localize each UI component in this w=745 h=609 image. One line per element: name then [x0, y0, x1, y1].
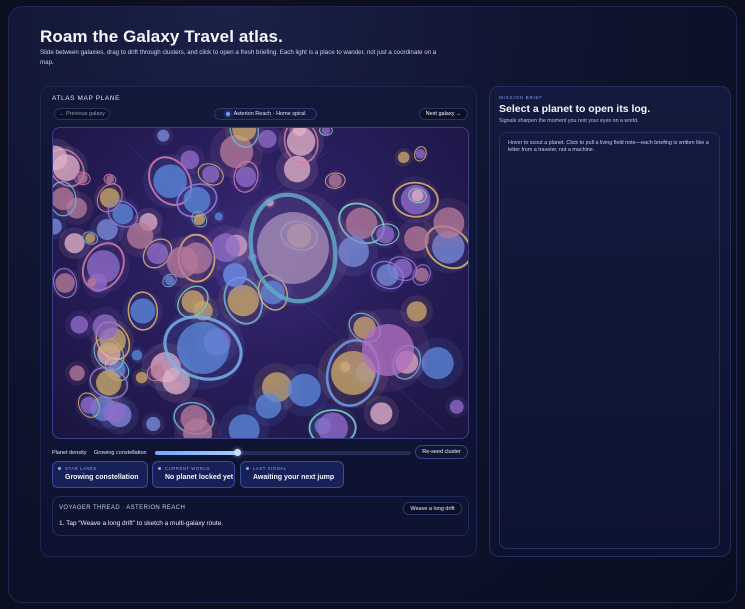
planet[interactable]	[85, 306, 126, 347]
planet[interactable]	[212, 210, 226, 223]
planet[interactable]	[153, 128, 173, 146]
density-label: Planet density	[52, 450, 87, 456]
reseed-cluster-button[interactable]: Re-seed cluster	[415, 445, 468, 459]
planet[interactable]	[122, 290, 163, 332]
status-dot	[246, 467, 249, 470]
planet-field[interactable]	[53, 128, 469, 439]
planet[interactable]	[394, 148, 413, 167]
next-galaxy-button[interactable]: Next galaxy →	[419, 108, 468, 120]
density-slider[interactable]	[155, 449, 411, 456]
voyager-thread-title: VOYAGER THREAD · ASTERION REACH	[59, 505, 186, 511]
planet[interactable]	[445, 395, 468, 418]
mission-brief-title: Select a planet to open its log.	[499, 103, 651, 115]
galaxy-indicator-dot	[225, 112, 230, 116]
mission-brief-subtitle: Signals sharpen the moment you rest your…	[499, 118, 639, 124]
planet[interactable]	[346, 308, 430, 392]
density-value: Growing constellation	[94, 450, 147, 456]
atlas-map-canvas[interactable]	[52, 127, 469, 439]
density-slider-fill	[155, 451, 237, 455]
planet[interactable]	[84, 275, 99, 290]
current-world-value: No planet locked yet	[165, 474, 234, 481]
mission-brief-body: Hover to scout a planet. Click to pull a…	[508, 140, 709, 153]
star-lanes-caption: STAR LANES	[65, 466, 97, 471]
atlas-map-label: ATLAS MAP PLANE	[52, 95, 121, 102]
planet[interactable]	[132, 368, 151, 387]
current-world-card: CURRENT WORLD No planet locked yet	[152, 461, 235, 488]
star-lanes-value: Growing constellation	[65, 474, 139, 481]
status-dot	[58, 467, 61, 470]
planet[interactable]	[141, 412, 165, 436]
planet[interactable]	[396, 218, 437, 259]
planet[interactable]	[215, 255, 255, 295]
star-lanes-card: STAR LANES Growing constellation	[52, 461, 148, 488]
weave-long-drift-button[interactable]: Weave a long drift	[403, 502, 462, 515]
last-signal-caption: LAST SIGNAL	[253, 466, 287, 471]
planet[interactable]	[64, 360, 90, 386]
planet[interactable]	[53, 266, 81, 300]
last-signal-card: LAST SIGNAL Awaiting your next jump	[240, 461, 344, 488]
page-title: Roam the Galaxy Travel atlas.	[40, 27, 283, 46]
planet[interactable]	[412, 145, 429, 162]
current-galaxy-pill: Asterion Reach · Home spiral	[214, 108, 317, 120]
status-dot	[158, 467, 161, 470]
planet[interactable]	[128, 346, 146, 364]
voyager-thread-step: 1. Tap “Weave a long drift” to sketch a …	[59, 520, 224, 527]
planet[interactable]	[157, 237, 208, 288]
mission-brief-log	[499, 132, 720, 549]
page-subtitle: Slide between galaxies, drag to drift th…	[40, 49, 437, 66]
mission-brief-caption: MISSION BRIEF	[499, 95, 543, 100]
current-galaxy-label: Asterion Reach · Home spiral	[233, 111, 306, 117]
last-signal-value: Awaiting your next jump	[253, 474, 335, 481]
current-world-caption: CURRENT WORLD	[165, 466, 210, 471]
previous-galaxy-button[interactable]: ← Previous galaxy	[54, 108, 110, 120]
planet[interactable]	[324, 170, 346, 192]
density-slider-handle[interactable]	[233, 449, 241, 456]
